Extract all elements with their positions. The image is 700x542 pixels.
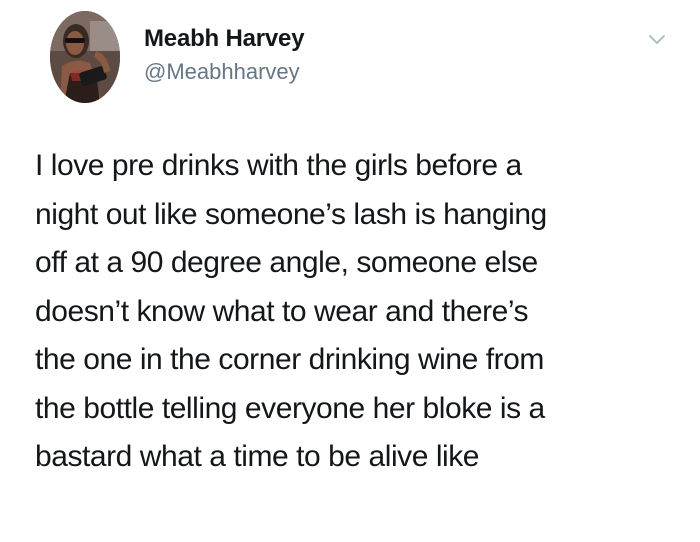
tweet-text: I love pre drinks with the girls before … (35, 142, 685, 482)
tweet-text-line: night out like someone’s lash is hanging (35, 197, 547, 231)
chevron-down-icon (649, 35, 665, 44)
tweet-text-line: doesn’t know what to wear and there’s (35, 294, 529, 328)
author-display-name[interactable]: Meabh Harvey (144, 25, 305, 53)
tweet-text-line: bastard what a time to be alive like (35, 440, 480, 473)
tweet-text-line: the bottle telling everyone her bloke is… (35, 391, 545, 425)
tweet-text-line: I love pre drinks with the girls before … (35, 149, 522, 182)
tweet-text-line: the one in the corner drinking wine from (35, 343, 544, 376)
tweet-card: Meabh Harvey @Meabhharvey I love pre dri… (0, 0, 700, 542)
author-handle[interactable]: @Meabhharvey (144, 59, 300, 85)
profile-photo-icon (50, 11, 120, 103)
tweet-text-line: off at a 90 degree angle, someone else (35, 246, 538, 279)
author-avatar[interactable] (50, 11, 120, 103)
tweet-menu-button[interactable] (648, 34, 666, 46)
